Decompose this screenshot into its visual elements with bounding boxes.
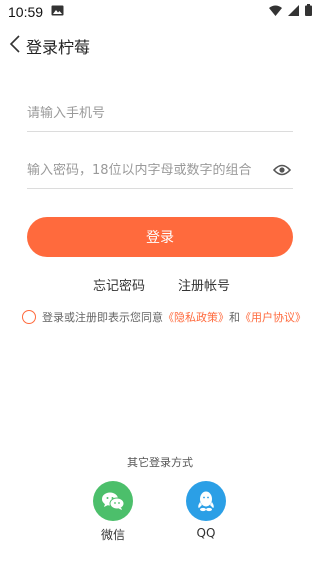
status-bar-right bbox=[269, 4, 312, 20]
chevron-left-icon bbox=[9, 35, 21, 57]
wechat-icon bbox=[93, 481, 133, 521]
other-login-title: 其它登录方式 bbox=[127, 456, 193, 469]
agreement-prefix: 登录或注册即表示您同意 bbox=[42, 311, 163, 324]
account-links: 忘记密码 注册帐号 bbox=[0, 275, 320, 295]
signal-icon bbox=[288, 4, 299, 20]
phone-input[interactable] bbox=[27, 105, 267, 121]
privacy-policy-link[interactable]: 《隐私政策》 bbox=[163, 309, 229, 325]
agreement-row: 登录或注册即表示您同意 《隐私政策》 和 《用户协议》 bbox=[22, 309, 312, 325]
back-button[interactable] bbox=[2, 28, 28, 64]
password-input[interactable] bbox=[27, 162, 267, 178]
toggle-password-visibility-button[interactable] bbox=[271, 159, 293, 181]
user-agreement-link[interactable]: 《用户协议》 bbox=[240, 309, 306, 325]
status-time: 10:59 bbox=[8, 4, 44, 20]
status-bar: 10:59 bbox=[0, 0, 320, 24]
password-field bbox=[27, 152, 293, 189]
forgot-password-link[interactable]: 忘记密码 bbox=[93, 275, 145, 294]
page-title: 登录柠莓 bbox=[26, 38, 91, 57]
wifi-icon bbox=[269, 5, 282, 20]
qq-label: QQ bbox=[196, 526, 216, 540]
battery-icon bbox=[305, 4, 312, 20]
image-notification-icon bbox=[51, 5, 64, 20]
wechat-login-button[interactable]: 微信 bbox=[83, 481, 143, 543]
register-link[interactable]: 注册帐号 bbox=[178, 275, 230, 294]
login-button[interactable]: 登录 bbox=[27, 217, 293, 257]
agreement-and: 和 bbox=[229, 311, 240, 324]
eye-icon bbox=[272, 161, 292, 180]
qq-login-button[interactable]: QQ bbox=[176, 481, 236, 540]
agreement-checkbox[interactable] bbox=[22, 310, 36, 324]
phone-field bbox=[27, 95, 293, 132]
status-bar-left: 10:59 bbox=[8, 4, 64, 20]
wechat-label: 微信 bbox=[100, 528, 125, 542]
qq-icon bbox=[186, 481, 226, 521]
top-bar: 登录柠莓 bbox=[0, 28, 320, 64]
